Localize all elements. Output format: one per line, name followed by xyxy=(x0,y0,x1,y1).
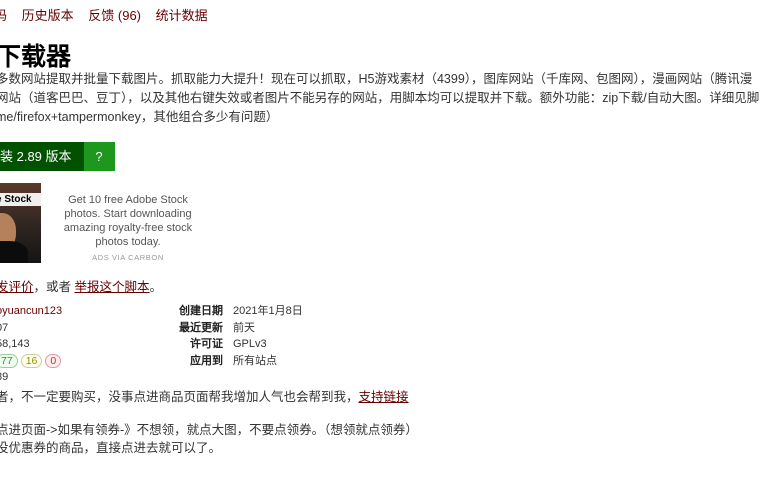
report-script-link[interactable]: 举报这个脚本 xyxy=(75,280,150,294)
meta-license-row: 许可证 GPLv3 xyxy=(168,336,303,353)
note-line: 点进页面->如果有领券-》不想领，就点大图，不要点领券。（想领就点领券） xyxy=(0,423,418,437)
support-link[interactable]: 支持链接 xyxy=(359,390,409,404)
author-link[interactable]: oyuancun123 xyxy=(0,305,62,317)
ad-image-label: e Stock xyxy=(0,193,41,206)
usage-notes: 点进页面->如果有领券-》不想领，就点大图，不要点领券。（想领就点领券） 没优惠… xyxy=(0,421,418,457)
description-line: 多数网站提取并批量下载图片。抓取能力大提升！现在可以抓取，H5游戏素材（4399… xyxy=(0,72,753,86)
script-stats-left: oyuancun123 07 58,143 77160 89 xyxy=(0,303,64,386)
nav-code-tab[interactable]: 码 xyxy=(0,8,7,23)
meta-key: 许可证 xyxy=(190,338,223,350)
note-line: 没优惠券的商品，直接点进去就可以了。 xyxy=(0,441,222,455)
support-text: 者，不一定要购买，没事点进商品页面帮我增加人气也会帮到我， xyxy=(0,390,359,404)
nav-feedback-tab[interactable]: 反馈 (96) xyxy=(88,8,141,23)
nav-history-tab[interactable]: 历史版本 xyxy=(22,8,74,23)
meta-value: 所有站点 xyxy=(233,354,277,367)
nav-stats-tab[interactable]: 统计数据 xyxy=(156,8,208,23)
meta-key: 创建日期 xyxy=(179,305,223,317)
feedback-middle-text: ，或者 xyxy=(33,280,75,294)
description-line: me/firefox+tampermonkey，其他组合多少有问题） xyxy=(0,110,279,124)
rating-good-badge: 77 xyxy=(0,353,18,368)
meta-updated-row: 最近更新 前天 xyxy=(168,320,303,337)
install-button[interactable]: 装 2.89 版本 xyxy=(0,142,84,171)
meta-created-row: 创建日期 2021年1月8日 xyxy=(168,303,303,320)
meta-value: 前天 xyxy=(233,321,255,334)
feedback-line: 发评价，或者 举报这个脚本。 xyxy=(0,276,162,295)
install-area: 装 2.89 版本 ? xyxy=(0,142,115,171)
ad-text[interactable]: Get 10 free Adobe Stock photos. Start do… xyxy=(60,193,196,249)
review-link[interactable]: 发评价 xyxy=(0,280,34,294)
ad-via-carbon[interactable]: ADS VIA CARBON xyxy=(60,253,196,262)
feedback-suffix: 。 xyxy=(149,280,163,294)
ratings: 77 16 0 xyxy=(0,353,64,370)
rating-ok-badge: 16 xyxy=(20,353,43,368)
script-description: 多数网站提取并批量下载图片。抓取能力大提升！现在可以抓取，H5游戏素材（4399… xyxy=(0,70,776,127)
rating-bad-badge: 0 xyxy=(45,353,62,368)
meta-key: 应用到 xyxy=(190,354,223,367)
meta-applies-row: 应用到 所有站点 xyxy=(168,353,303,370)
script-title: 下载器 xyxy=(0,43,72,71)
script-version: 89 xyxy=(0,371,9,383)
meta-value: GPLv3 xyxy=(233,338,267,350)
support-line: 者，不一定要购买，没事点进商品页面帮我增加人气也会帮到我，支持链接 xyxy=(0,386,409,405)
description-line: 网站（道客巴巴、豆丁），以及其他右键失效或者图片不能另存的网站，用脚本均可以提取… xyxy=(0,91,760,105)
ad-image[interactable]: e Stock xyxy=(0,183,41,263)
script-nav: 码 历史版本 反馈 (96) 统计数据 xyxy=(0,5,219,24)
script-meta-right: 创建日期 2021年1月8日 最近更新 前天 许可证 GPLv3 应用到 所有站… xyxy=(168,303,303,369)
install-help-button[interactable]: ? xyxy=(83,142,115,171)
meta-value: 2021年1月8日 xyxy=(233,305,303,317)
total-installs: 58,143 xyxy=(0,338,30,350)
meta-key: 最近更新 xyxy=(179,321,223,334)
daily-installs: 07 xyxy=(0,321,9,334)
